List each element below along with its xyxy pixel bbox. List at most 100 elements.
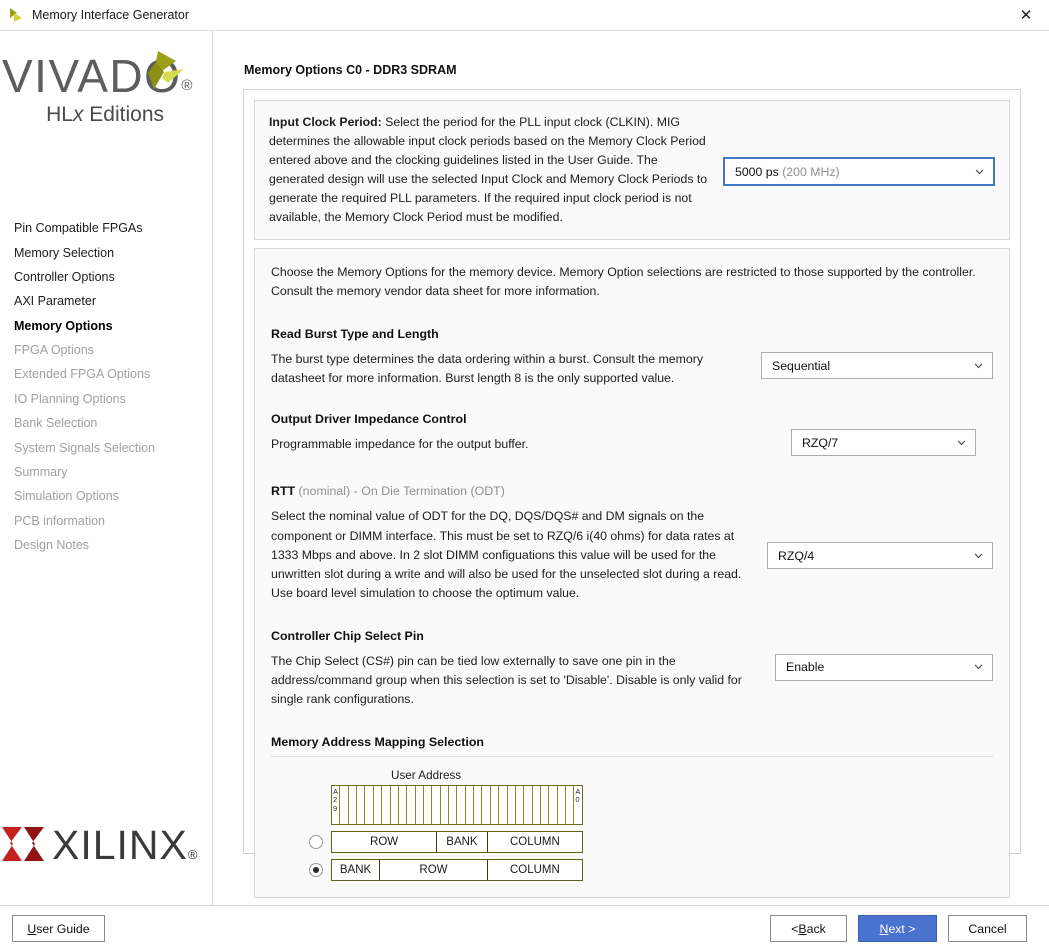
xilinx-mark-icon bbox=[2, 827, 44, 861]
read-burst-title: Read Burst Type and Length bbox=[271, 327, 439, 342]
rtt-title: RTT (nominal) - On Die Termination (ODT) bbox=[271, 484, 505, 499]
sidebar-item-axi-parameter[interactable]: AXI Parameter bbox=[14, 289, 212, 313]
address-mapping-radio-bank-row-column[interactable] bbox=[309, 862, 323, 877]
address-segment: ROW bbox=[332, 831, 438, 852]
address-bit-cell bbox=[533, 785, 541, 824]
read-burst-value: Sequential bbox=[772, 358, 831, 373]
input-clock-label: Input Clock Period: bbox=[269, 115, 382, 129]
sidebar-item-summary[interactable]: Summary bbox=[14, 460, 212, 484]
user-guide-button[interactable]: User Guide bbox=[12, 915, 105, 942]
address-mapping-title: Memory Address Mapping Selection bbox=[271, 734, 484, 749]
address-bit-cell bbox=[457, 785, 466, 824]
address-bit-cell bbox=[407, 785, 416, 824]
address-bit-cell bbox=[482, 785, 491, 824]
sidebar-item-design-notes[interactable]: Design Notes bbox=[14, 533, 212, 557]
address-bit-cell bbox=[365, 785, 374, 824]
address-bit-cell bbox=[340, 785, 349, 824]
chevron-down-icon bbox=[957, 440, 966, 446]
main-content: Memory Options C0 - DDR3 SDRAM Input Clo… bbox=[213, 31, 1049, 905]
user-address-label: User Address bbox=[391, 768, 462, 782]
address-bit-cell bbox=[508, 785, 516, 824]
rtt-nominal-dropdown[interactable]: RZQ/4 bbox=[767, 542, 993, 570]
xilinx-wordmark: XILINX® bbox=[52, 821, 199, 868]
sidebar-item-io-planning-options[interactable]: IO Planning Options bbox=[14, 387, 212, 411]
address-segment: ROW bbox=[380, 859, 488, 880]
address-bit-cell bbox=[516, 785, 525, 824]
sidebar-nav: Pin Compatible FPGAs Memory Selection Co… bbox=[0, 216, 212, 557]
sidebar-item-memory-options[interactable]: Memory Options bbox=[14, 314, 212, 338]
rtt-description: Select the nominal value of ODT for the … bbox=[271, 509, 742, 600]
sidebar-item-pin-compatible-fpgas[interactable]: Pin Compatible FPGAs bbox=[14, 216, 212, 240]
address-bit-cell bbox=[424, 785, 433, 824]
address-bit-cell bbox=[558, 785, 567, 824]
sidebar-item-pcb-information[interactable]: PCB information bbox=[14, 509, 212, 533]
address-bit-cell bbox=[374, 785, 383, 824]
output-driver-description: Programmable impedance for the output bu… bbox=[271, 437, 529, 452]
input-clock-period-section: Input Clock Period: Select the period fo… bbox=[254, 100, 1010, 241]
address-bit-cell bbox=[474, 785, 483, 824]
vivado-mark-icon bbox=[148, 51, 184, 89]
address-bit-cell: A0 bbox=[574, 786, 581, 824]
read-burst-type-dropdown[interactable]: Sequential bbox=[761, 352, 993, 380]
vivado-logo-icon bbox=[8, 7, 26, 23]
next-button[interactable]: Next > bbox=[858, 915, 937, 942]
options-panel: Input Clock Period: Select the period fo… bbox=[243, 89, 1021, 898]
address-mapping-bar-row-bank-column[interactable]: ROW BANK COLUMN bbox=[331, 830, 583, 853]
sidebar-item-simulation-options[interactable]: Simulation Options bbox=[14, 484, 212, 508]
cancel-button[interactable]: Cancel bbox=[948, 915, 1027, 942]
chip-select-description: The Chip Select (CS#) pin can be tied lo… bbox=[271, 653, 742, 706]
input-clock-period-dropdown[interactable]: 5000 ps (200 MHz) bbox=[723, 157, 995, 186]
xilinx-brand: XILINX® bbox=[2, 823, 198, 867]
address-bit-cell bbox=[357, 785, 366, 824]
address-bit-cell bbox=[549, 785, 558, 824]
rtt-group: RTT (nominal) - On Die Termination (ODT)… bbox=[271, 484, 993, 602]
user-address-bit-grid: A29 A0 bbox=[331, 784, 583, 825]
address-bit-cell bbox=[491, 785, 500, 824]
address-bit-cell bbox=[449, 785, 458, 824]
address-mapping-bar-bank-row-column[interactable]: BANK ROW COLUMN bbox=[331, 858, 583, 881]
read-burst-description: The burst type determines the data order… bbox=[271, 352, 703, 386]
sidebar: VIVADO® HLx Editions Pin Compatible FPGA… bbox=[0, 31, 213, 905]
back-button[interactable]: < Back bbox=[770, 915, 847, 942]
address-bit-cell bbox=[499, 785, 508, 824]
address-segment: BANK bbox=[437, 831, 488, 852]
address-bit-cell bbox=[416, 785, 424, 824]
read-burst-group: Read Burst Type and Length The burst typ… bbox=[271, 327, 993, 388]
memory-options-intro: Choose the Memory Options for the memory… bbox=[271, 265, 976, 299]
sidebar-item-extended-fpga-options[interactable]: Extended FPGA Options bbox=[14, 362, 212, 386]
input-clock-value: 5000 ps bbox=[735, 164, 779, 179]
sidebar-item-controller-options[interactable]: Controller Options bbox=[14, 265, 212, 289]
address-segment: COLUMN bbox=[509, 863, 560, 876]
address-bit-cell bbox=[349, 785, 358, 824]
sidebar-item-fpga-options[interactable]: FPGA Options bbox=[14, 338, 212, 362]
main-layout: VIVADO® HLx Editions Pin Compatible FPGA… bbox=[0, 31, 1049, 905]
chevron-down-icon bbox=[974, 553, 983, 559]
rtt-value: RZQ/4 bbox=[778, 548, 815, 563]
bit-low-label: A0 bbox=[575, 786, 581, 805]
address-bit-cell bbox=[524, 785, 533, 824]
output-driver-impedance-dropdown[interactable]: RZQ/7 bbox=[791, 429, 976, 457]
address-bit-cell bbox=[541, 785, 550, 824]
address-bit-cell bbox=[399, 785, 408, 824]
output-driver-value: RZQ/7 bbox=[802, 435, 839, 450]
close-icon[interactable]: ✕ bbox=[1003, 0, 1049, 30]
sidebar-item-system-signals-selection[interactable]: System Signals Selection bbox=[14, 435, 212, 459]
chevron-down-icon bbox=[975, 168, 984, 174]
bit-high-label: A29 bbox=[333, 786, 339, 814]
sidebar-item-bank-selection[interactable]: Bank Selection bbox=[14, 411, 212, 435]
address-mapping-group: Memory Address Mapping Selection User Ad… bbox=[271, 735, 993, 881]
window-titlebar: Memory Interface Generator ✕ bbox=[0, 0, 1049, 31]
address-bit-cell: A29 bbox=[332, 785, 341, 824]
chevron-down-icon bbox=[974, 363, 983, 369]
input-clock-value-note: (200 MHz) bbox=[782, 164, 840, 179]
page-title: Memory Options C0 - DDR3 SDRAM bbox=[244, 63, 457, 77]
sidebar-item-memory-selection[interactable]: Memory Selection bbox=[14, 240, 212, 264]
address-mapping-option-row-2: BANK ROW COLUMN bbox=[287, 858, 993, 881]
window-title: Memory Interface Generator bbox=[32, 8, 190, 22]
address-bit-cell bbox=[391, 785, 399, 824]
chip-select-pin-dropdown[interactable]: Enable bbox=[775, 653, 993, 681]
address-mapping-radio-row-bank-column[interactable] bbox=[309, 834, 323, 849]
output-driver-title: Output Driver Impedance Control bbox=[271, 412, 467, 427]
chip-select-group: Controller Chip Select Pin The Chip Sele… bbox=[271, 629, 993, 709]
divider bbox=[271, 755, 993, 757]
